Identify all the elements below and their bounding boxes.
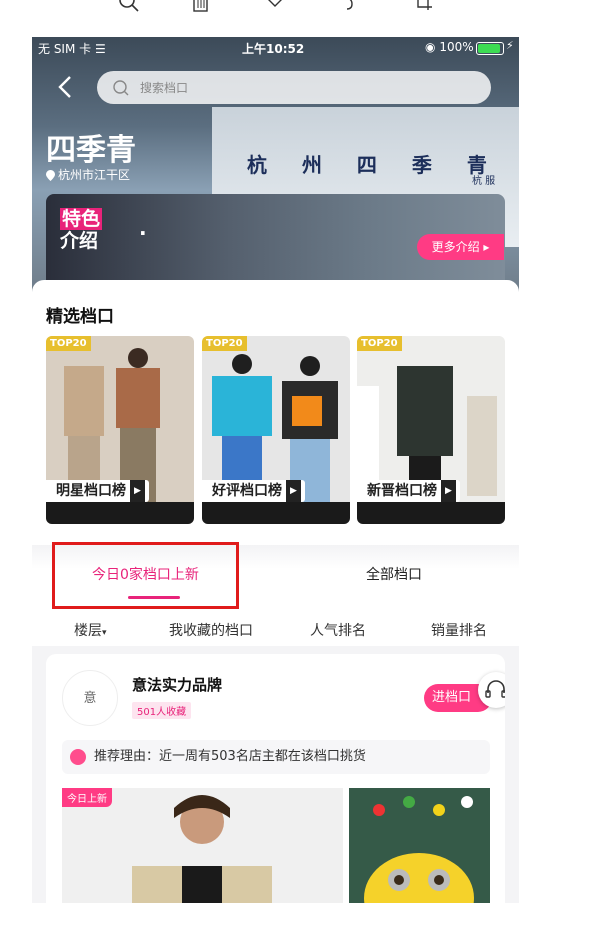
- carrier-text: 无 SIM 卡 ☰: [38, 42, 106, 56]
- lock-rotation-icon: ◉: [425, 40, 436, 54]
- location-label: 杭州市江干区: [46, 166, 130, 183]
- rotate-icon[interactable]: [340, 0, 362, 16]
- rank-label-star: 明星档口榜 ▶: [46, 480, 149, 502]
- brand-name: 意法实力品牌: [132, 676, 223, 694]
- battery-text: ◉ 100%: [425, 40, 474, 54]
- arrow-right-icon: ▶: [441, 480, 456, 502]
- more-intro-button[interactable]: 更多介绍 ▸: [417, 234, 504, 260]
- store-title: 四季青: [46, 133, 136, 168]
- rank-footer: [357, 502, 505, 524]
- recommend-reason: 推荐理由：近一周有503名店主都在该档口挑货: [62, 740, 490, 774]
- avatar: 意: [62, 670, 118, 726]
- location-pin-icon: [46, 170, 55, 181]
- store-card[interactable]: 意 意法实力品牌 501人收藏 进档口 推荐理由：近一周有503名店主都在该档口…: [46, 654, 505, 903]
- top20-badge: TOP20: [357, 336, 402, 351]
- search-placeholder: 搜索档口: [140, 81, 189, 95]
- search-input[interactable]: 搜索档口: [97, 71, 491, 104]
- filter-sales[interactable]: 销量排名: [431, 620, 487, 640]
- filter-favorites[interactable]: 我收藏的档口: [169, 620, 253, 640]
- rank-card-review[interactable]: TOP20 好评档口榜 ▶: [202, 336, 350, 524]
- headset-icon: [485, 680, 505, 698]
- wifi-icon: ☰: [94, 42, 106, 56]
- feature-intro-card[interactable]: 特色 介绍 . 更多介绍 ▸: [46, 194, 505, 292]
- top20-badge: TOP20: [202, 336, 247, 351]
- rank-label-new: 新晋档口榜 ▶: [357, 480, 460, 502]
- hero-banner: 杭 州 四 季 青 杭 服 无 SIM 卡 ☰ 上午10:52 ◉ 100% ⚡…: [32, 37, 519, 292]
- customer-service-button[interactable]: [478, 672, 505, 708]
- search-icon: [113, 80, 129, 96]
- feature-intro-badge: 特色 介绍: [60, 208, 103, 252]
- status-bar: 无 SIM 卡 ☰ 上午10:52 ◉ 100% ⚡: [32, 37, 519, 59]
- battery-icon: [476, 42, 504, 55]
- rank-card-star[interactable]: TOP20 明星档口榜 ▶: [46, 336, 194, 524]
- new-today-tag: 今日上新: [62, 788, 112, 807]
- filter-floor[interactable]: 楼层▾: [74, 620, 107, 640]
- zoom-icon[interactable]: [118, 0, 140, 16]
- status-time: 上午10:52: [242, 42, 305, 56]
- rank-footer: [202, 502, 350, 524]
- highlight-box: [52, 542, 239, 609]
- filter-popularity[interactable]: 人气排名: [310, 620, 366, 640]
- store-list: 意 意法实力品牌 501人收藏 进档口 推荐理由：近一周有503名店主都在该档口…: [32, 646, 519, 903]
- back-arrow-icon[interactable]: [54, 75, 78, 99]
- crop-icon[interactable]: [414, 0, 436, 16]
- building-sign-small: 杭 服: [472, 176, 496, 187]
- product-image-side[interactable]: [349, 788, 490, 903]
- top20-badge: TOP20: [46, 336, 91, 351]
- arrow-right-icon: ▶: [130, 480, 145, 502]
- play-arrow-icon: ▸: [483, 240, 490, 254]
- rank-card-new[interactable]: TOP20 新晋档口榜 ▶: [357, 336, 505, 524]
- intro-dot: .: [139, 216, 147, 240]
- product-image-main[interactable]: 今日上新: [62, 788, 343, 903]
- charging-icon: ⚡: [506, 39, 514, 52]
- rank-footer: [46, 502, 194, 524]
- rank-label-review: 好评档口榜 ▶: [202, 480, 305, 502]
- building-sign: 杭 州 四 季 青: [247, 153, 501, 177]
- product-photo-minions: [349, 788, 490, 903]
- delete-icon[interactable]: [190, 0, 212, 16]
- filter-row: 楼层▾ 我收藏的档口 人气排名 销量排名: [32, 616, 519, 648]
- caret-down-icon: ▾: [102, 628, 107, 638]
- favorites-badge: 501人收藏: [132, 702, 192, 719]
- heart-icon[interactable]: [264, 0, 286, 16]
- tab-all-stores[interactable]: 全部档口: [366, 564, 422, 584]
- reason-icon: [70, 749, 86, 765]
- arrow-right-icon: ▶: [286, 480, 301, 502]
- featured-section-title: 精选档口: [46, 307, 114, 327]
- phone-screen: 杭 州 四 季 青 杭 服 无 SIM 卡 ☰ 上午10:52 ◉ 100% ⚡…: [32, 37, 519, 903]
- top-toolbar: [0, 0, 616, 30]
